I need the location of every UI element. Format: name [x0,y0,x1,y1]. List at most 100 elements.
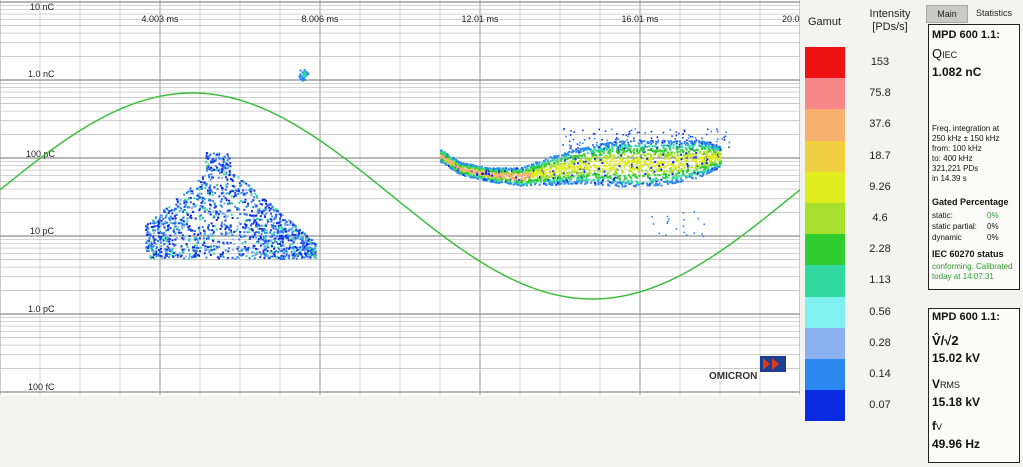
pd-point [625,150,628,153]
pd-point [266,222,269,225]
pd-point [243,247,246,250]
pd-point [630,151,633,154]
pd-point [622,165,625,168]
pd-point [233,195,235,198]
pd-point [216,184,218,186]
pd-point [634,128,637,130]
pd-point [651,215,653,218]
pd-point [189,192,192,195]
pd-point [551,164,554,167]
pd-point [596,141,598,144]
pd-point [213,160,216,163]
pd-point [539,181,542,184]
pd-point [608,163,611,166]
pd-point [690,155,692,158]
pd-point [215,228,218,231]
pd-point [252,246,255,249]
pd-point [174,225,177,228]
gamut-value-label: 0.14 [869,367,891,380]
pd-point [229,241,232,244]
pd-point [656,136,659,138]
pd-point [676,146,678,148]
pd-point [219,184,222,187]
pd-point [205,184,208,187]
pd-point [657,155,660,158]
pd-point [510,175,513,178]
pd-point [657,163,660,166]
pd-point [688,150,690,153]
pd-point [256,196,259,199]
pd-point [680,180,682,183]
pd-point [661,149,664,152]
pd-point [662,146,665,149]
pd-point [444,153,447,156]
freq-line: 321,221 PDs [932,164,979,173]
pd-point [479,173,482,176]
pd-point [166,248,169,251]
pd-point [701,142,703,145]
pd-point [683,219,685,221]
pd-point [174,219,177,222]
pd-point [228,232,230,235]
pd-point [147,250,150,252]
pd-point [217,176,220,179]
tab-main[interactable]: Main [926,5,968,23]
pd-point [675,134,678,137]
pd-point [278,225,281,228]
pd-point [194,217,197,220]
pd-point [675,228,678,230]
pd-point [611,150,614,153]
pd-point [277,231,280,234]
pd-point [454,167,457,170]
pd-point [264,215,267,218]
pd-point [627,135,629,138]
pd-point [719,148,722,151]
pd-point [535,170,538,173]
pd-point [180,245,183,248]
pd-point [194,249,197,252]
pd-point [209,184,212,187]
pd-point [166,245,169,248]
pd-point [633,173,636,176]
pd-point [645,169,647,172]
pd-point [248,219,251,222]
pd-point [228,228,231,231]
pd-point [449,156,452,159]
pd-point [672,144,675,147]
pd-point [647,166,650,169]
pd-point [518,174,521,176]
pd-point [207,163,210,166]
pd-point [655,177,658,180]
pd-point [692,155,695,157]
pd-point [236,225,239,228]
tab-statistics[interactable]: Statistics [968,5,1020,21]
pd-point [218,162,221,165]
pd-point [605,175,608,178]
pd-point [292,256,295,259]
iec-status-title: IEC 60270 status [932,249,1004,259]
pd-point [594,133,596,135]
pd-point [291,246,293,249]
pd-point [690,166,693,169]
pd-point [274,237,277,240]
pd-point [644,172,647,175]
pd-point [613,163,616,166]
pd-point [667,144,669,147]
pd-point [650,130,653,133]
pd-point [507,182,510,185]
pd-point [555,171,558,173]
pd-point [579,154,582,157]
pd-point [226,159,229,162]
pd-point [658,149,661,152]
pd-point [293,250,296,253]
pd-point [281,241,284,244]
pd-point [199,218,202,221]
pd-point [501,173,504,176]
pd-point [685,171,688,174]
pd-point [149,234,152,237]
plot-grid [0,0,800,395]
pd-point [561,178,564,181]
pd-point [657,152,660,155]
pd-point [222,241,225,244]
pd-point [670,181,673,184]
